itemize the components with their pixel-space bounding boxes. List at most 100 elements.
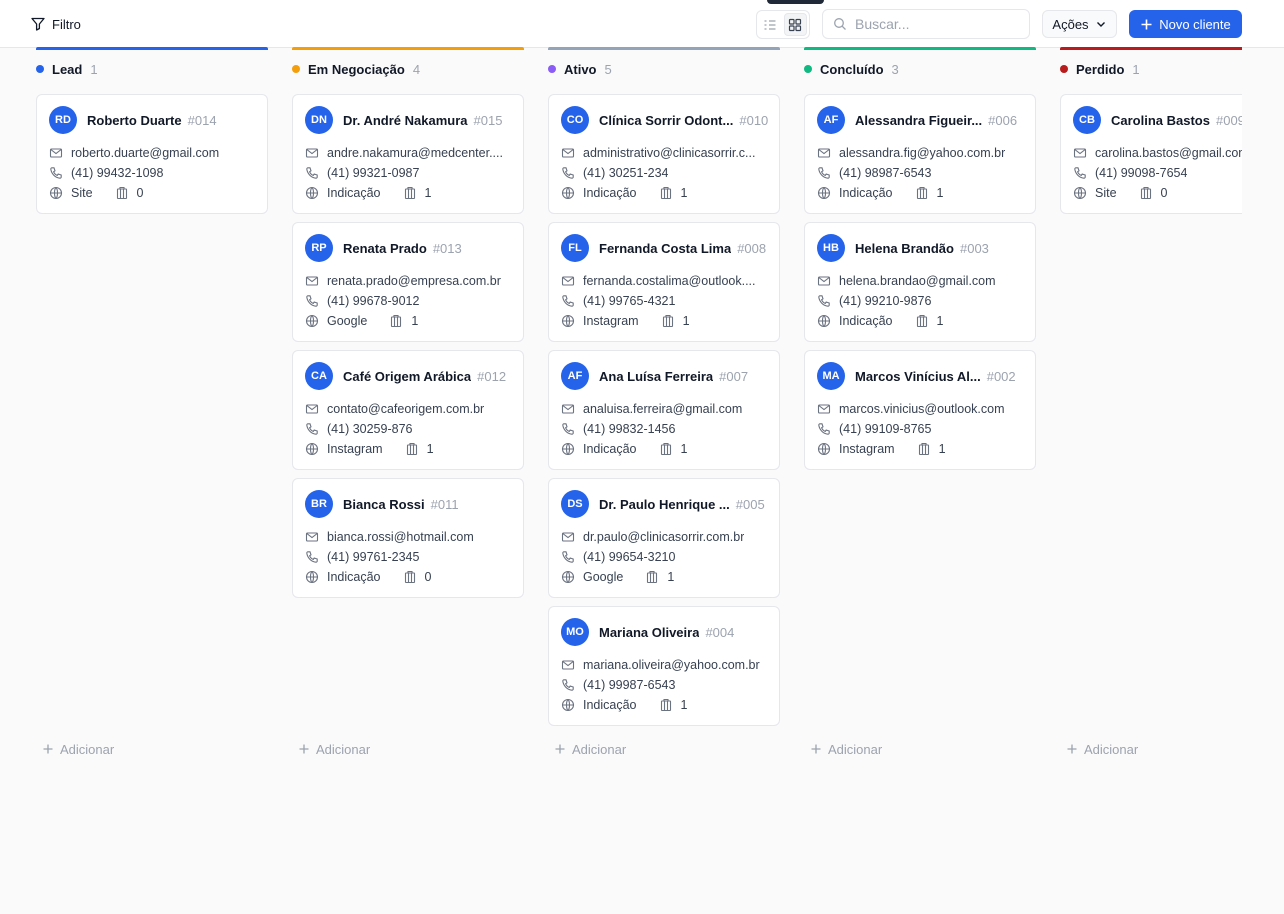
client-name: Roberto Duarte xyxy=(87,112,182,128)
grid-icon xyxy=(789,18,802,31)
client-phone: (41) 98987-6543 xyxy=(839,166,932,180)
globe-icon xyxy=(1073,186,1087,200)
mail-icon xyxy=(305,276,319,286)
add-card-button[interactable]: Adicionar xyxy=(810,739,882,759)
client-source: Indicação xyxy=(583,698,637,712)
actions-button[interactable]: Ações xyxy=(1042,10,1117,38)
filter-button[interactable]: Filtro xyxy=(30,13,81,35)
top-toolbar: Filtro Ações Novo cliente xyxy=(0,0,1284,48)
avatar: CB xyxy=(1073,106,1101,134)
kanban-board: Lead 1 RD Roberto Duarte #014 roberto.du… xyxy=(0,47,1242,914)
client-card[interactable]: BR Bianca Rossi #011 bianca.rossi@hotmai… xyxy=(292,478,524,598)
client-card[interactable]: AF Alessandra Figueir... #006 alessandra… xyxy=(804,94,1036,214)
mail-icon xyxy=(305,404,319,414)
phone-row: (41) 99210-9876 xyxy=(817,293,1025,309)
source-row: Site 0 xyxy=(1073,185,1242,201)
source-row: Instagram 1 xyxy=(305,441,513,457)
column-perdido: Perdido 1 CB Carolina Bastos #009 caroli… xyxy=(1060,47,1242,767)
tooltip xyxy=(767,0,824,4)
email-row: administrativo@clinicasorrir.c... xyxy=(561,145,769,161)
mail-icon xyxy=(305,148,319,158)
client-number: #004 xyxy=(705,624,735,640)
client-card[interactable]: RD Roberto Duarte #014 roberto.duarte@gm… xyxy=(36,94,268,214)
client-card[interactable]: AF Ana Luísa Ferreira #007 analuisa.ferr… xyxy=(548,350,780,470)
client-email: carolina.bastos@gmail.com xyxy=(1095,146,1242,160)
column-ativo: Ativo 5 CO Clínica Sorrir Odont... #010 … xyxy=(548,47,780,767)
avatar: MO xyxy=(561,618,589,646)
phone-icon xyxy=(306,295,318,307)
company-count: 1 xyxy=(424,186,432,200)
email-row: roberto.duarte@gmail.com xyxy=(49,145,257,161)
phone-row: (41) 98987-6543 xyxy=(817,165,1025,181)
building-icon xyxy=(406,442,417,456)
client-card[interactable]: FL Fernanda Costa Lima #008 fernanda.cos… xyxy=(548,222,780,342)
avatar: DS xyxy=(561,490,589,518)
client-phone: (41) 99832-1456 xyxy=(583,422,676,436)
column-count: 1 xyxy=(1132,61,1140,77)
add-card-button[interactable]: Adicionar xyxy=(1066,739,1138,759)
globe-icon xyxy=(817,186,831,200)
client-number: #013 xyxy=(432,240,462,256)
column-accent-bar xyxy=(804,47,1036,50)
status-dot xyxy=(36,65,44,73)
phone-row: (41) 99765-4321 xyxy=(561,293,769,309)
add-card-button[interactable]: Adicionar xyxy=(42,739,114,759)
phone-icon xyxy=(818,167,830,179)
add-card-button[interactable]: Adicionar xyxy=(298,739,370,759)
client-card[interactable]: MA Marcos Vinícius Al... #002 marcos.vin… xyxy=(804,350,1036,470)
client-source: Indicação xyxy=(327,186,381,200)
client-name: Renata Prado xyxy=(343,240,427,256)
client-email: dr.paulo@clinicasorrir.com.br xyxy=(583,530,745,544)
avatar: MA xyxy=(817,362,845,390)
avatar: BR xyxy=(305,490,333,518)
building-icon xyxy=(404,186,415,200)
add-card-button[interactable]: Adicionar xyxy=(554,739,626,759)
search-input[interactable] xyxy=(855,16,1015,32)
client-source: Instagram xyxy=(839,442,895,456)
source-row: Indicação 0 xyxy=(305,569,513,585)
client-source: Site xyxy=(71,186,93,200)
client-card[interactable]: CB Carolina Bastos #009 carolina.bastos@… xyxy=(1060,94,1242,214)
globe-icon xyxy=(561,442,575,456)
client-card[interactable]: DS Dr. Paulo Henrique ... #005 dr.paulo@… xyxy=(548,478,780,598)
client-name: Ana Luísa Ferreira xyxy=(599,368,714,384)
avatar: DN xyxy=(305,106,333,134)
mail-icon xyxy=(817,276,831,286)
column-header: Lead 1 xyxy=(36,59,98,79)
client-name: Café Origem Arábica xyxy=(343,368,472,384)
column-count: 3 xyxy=(891,61,899,77)
column-title: Perdido xyxy=(1076,61,1125,77)
company-count: 1 xyxy=(426,442,434,456)
client-number: #003 xyxy=(959,240,989,256)
building-icon xyxy=(660,186,671,200)
client-name: Marcos Vinícius Al... xyxy=(855,368,981,384)
client-number: #002 xyxy=(986,368,1016,384)
email-row: helena.brandao@gmail.com xyxy=(817,273,1025,289)
company-count: 1 xyxy=(680,698,688,712)
client-card[interactable]: DN Dr. André Nakamura #015 andre.nakamur… xyxy=(292,94,524,214)
client-name: Helena Brandão xyxy=(855,240,954,256)
client-email: marcos.vinicius@outlook.com xyxy=(839,402,1005,416)
email-row: fernanda.costalima@outlook.... xyxy=(561,273,769,289)
grid-view-button[interactable] xyxy=(783,13,807,36)
new-client-button[interactable]: Novo cliente xyxy=(1129,10,1242,38)
client-card[interactable]: RP Renata Prado #013 renata.prado@empres… xyxy=(292,222,524,342)
client-card[interactable]: HB Helena Brandão #003 helena.brandao@gm… xyxy=(804,222,1036,342)
client-card[interactable]: MO Mariana Oliveira #004 mariana.oliveir… xyxy=(548,606,780,726)
client-name: Alessandra Figueir... xyxy=(855,112,983,128)
building-icon xyxy=(660,698,671,712)
list-view-button[interactable] xyxy=(759,13,782,36)
client-email: roberto.duarte@gmail.com xyxy=(71,146,220,160)
status-dot xyxy=(1060,65,1068,73)
add-card-label: Adicionar xyxy=(316,741,371,757)
client-card[interactable]: CO Clínica Sorrir Odont... #010 administ… xyxy=(548,94,780,214)
source-row: Indicação 1 xyxy=(561,441,769,457)
status-dot xyxy=(292,65,300,73)
globe-icon xyxy=(305,442,319,456)
client-number: #014 xyxy=(187,112,217,128)
client-source: Google xyxy=(583,570,624,584)
company-count: 0 xyxy=(1160,186,1168,200)
column-negociacao: Em Negociação 4 DN Dr. André Nakamura #0… xyxy=(292,47,524,767)
client-card[interactable]: CA Café Origem Arábica #012 contato@cafe… xyxy=(292,350,524,470)
globe-icon xyxy=(305,314,319,328)
